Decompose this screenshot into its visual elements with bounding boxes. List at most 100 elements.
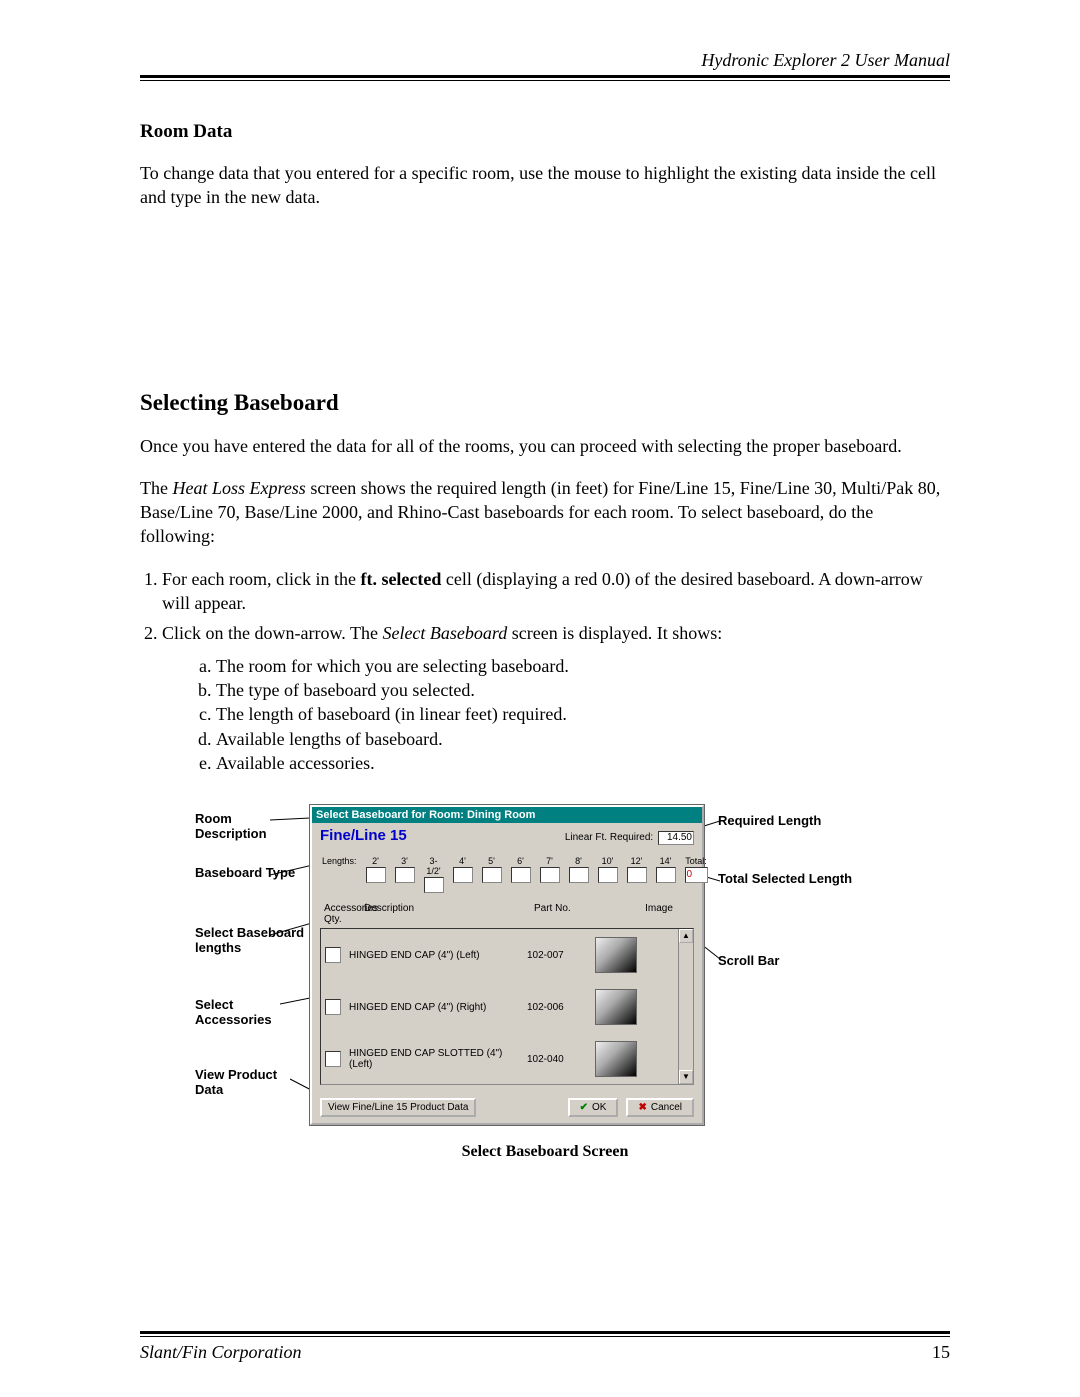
total-label: Total: [685,856,707,866]
accessory-row: HINGED END CAP (4") (Left) 102-007 [321,929,693,981]
selecting-baseboard-heading: Selecting Baseboard [140,390,950,416]
acc-part: 102-040 [527,1054,587,1065]
sub-a: The room for which you are selecting bas… [216,654,950,678]
accessory-row: HINGED END CAP (4") (Right) 102-006 [321,981,693,1033]
length-input-3-5[interactable] [424,877,444,893]
length-input-4[interactable] [453,867,473,883]
callout-room: Room Description [195,811,305,841]
room-data-heading: Room Data [140,121,950,143]
length-input-2[interactable] [366,867,386,883]
step-2: Click on the down-arrow. The Select Base… [162,621,950,775]
length-3: 3' [395,856,415,883]
sub-c: The length of baseboard (in linear feet)… [216,702,950,726]
length-7: 7' [540,856,560,883]
header-title: Hydronic Explorer 2 User Manual [140,50,950,71]
callout-tot-len: Total Selected Length [718,871,858,886]
acc-head-desc: Description [364,903,534,925]
acc-head-part: Part No. [534,903,624,925]
len-label-9: 12' [631,856,643,866]
len-label-0: 2' [372,856,379,866]
length-input-8[interactable] [569,867,589,883]
steps-list: For each room, click in the ft. selected… [140,567,950,775]
length-10: 10' [598,856,618,883]
lengths-label: Lengths: [322,856,357,866]
length-input-6[interactable] [511,867,531,883]
len-label-5: 6' [517,856,524,866]
acc-head-image: Image [624,903,694,925]
qty-input[interactable] [325,1051,341,1067]
li2c: screen is displayed. It shows: [507,623,722,643]
length-input-3[interactable] [395,867,415,883]
accessories-list[interactable]: HINGED END CAP (4") (Left) 102-007 HINGE… [320,928,694,1085]
scroll-down-icon[interactable]: ▼ [679,1070,693,1084]
length-input-10[interactable] [598,867,618,883]
x-icon: ✖ [638,1102,646,1113]
acc-desc: HINGED END CAP (4") (Left) [349,950,519,961]
len-label-10: 14' [660,856,672,866]
ok-label: OK [592,1102,606,1113]
li1b-bold: ft. selected [360,569,441,589]
callout-scroll: Scroll Bar [718,953,858,968]
length-5: 5' [482,856,502,883]
cancel-button[interactable]: ✖ Cancel [626,1098,694,1117]
figure-caption: Select Baseboard Screen [140,1143,950,1161]
acc-desc: HINGED END CAP SLOTTED (4") (Left) [349,1048,519,1070]
qty-input[interactable] [325,999,341,1015]
length-input-12[interactable] [627,867,647,883]
length-input-5[interactable] [482,867,502,883]
len-label-3: 4' [459,856,466,866]
acc-part: 102-006 [527,1002,587,1013]
li1a: For each room, click in the [162,569,360,589]
footer-corp: Slant/Fin Corporation [140,1342,302,1363]
page-number: 15 [932,1342,950,1363]
lengths-row: Lengths: 2' 3' 3-1/2' 4' 5' 6' 7' 8' 10'… [312,844,702,893]
step-1: For each room, click in the ft. selected… [162,567,950,616]
callout-req-len: Required Length [718,813,858,828]
length-6: 6' [511,856,531,883]
length-3-5: 3-1/2' [424,856,444,893]
required-length-row: Linear Ft. Required: 14.50 [565,831,694,845]
length-4: 4' [453,856,473,883]
required-length-field[interactable]: 14.50 [658,831,694,845]
selecting-p1: Once you have entered the data for all o… [140,434,950,458]
accessory-row: HINGED END CAP SLOTTED (4") (Left) 102-0… [321,1033,693,1085]
select-baseboard-dialog: Select Baseboard for Room: Dining Room F… [310,805,704,1125]
callout-type: Baseboard Type [195,865,305,880]
scrollbar[interactable]: ▲ ▼ [678,929,693,1084]
required-length-label: Linear Ft. Required: [565,832,653,843]
scroll-up-icon[interactable]: ▲ [679,929,693,943]
p2a: The [140,478,172,498]
qty-input[interactable] [325,947,341,963]
acc-image [595,937,637,973]
len-label-4: 5' [488,856,495,866]
li2b-italic: Select Baseboard [382,623,507,643]
figure-area: Room Description Baseboard Type Select B… [140,805,950,1135]
length-2: 2' [366,856,386,883]
ok-button[interactable]: ✔ OK [568,1098,619,1117]
acc-image [595,989,637,1025]
callout-view-data: View Product Data [195,1067,305,1097]
len-label-7: 8' [575,856,582,866]
check-icon: ✔ [580,1102,588,1113]
accessories-header: Accessories Qty. Description Part No. Im… [312,893,702,925]
total-field: 0 [685,867,708,883]
view-product-data-button[interactable]: View Fine/Line 15 Product Data [320,1098,476,1117]
dialog-titlebar[interactable]: Select Baseboard for Room: Dining Room [312,807,702,823]
length-14: 14' [656,856,676,883]
length-input-7[interactable] [540,867,560,883]
len-label-1: 3' [401,856,408,866]
length-12: 12' [627,856,647,883]
callout-sel-acc: Select Accessories [195,997,305,1027]
length-input-14[interactable] [656,867,676,883]
footer-row: Slant/Fin Corporation 15 [140,1342,950,1363]
length-8: 8' [569,856,589,883]
dialog-bottom-row: View Fine/Line 15 Product Data ✔ OK ✖ Ca… [320,1098,694,1117]
substeps: The room for which you are selecting bas… [162,654,950,775]
acc-desc: HINGED END CAP (4") (Right) [349,1002,519,1013]
li2a: Click on the down-arrow. The [162,623,382,643]
acc-part: 102-007 [527,950,587,961]
acc-head-qty: Accessories Qty. [324,903,364,925]
room-data-text: To change data that you entered for a sp… [140,161,950,210]
sub-e: Available accessories. [216,751,950,775]
footer-rule [140,1331,950,1337]
